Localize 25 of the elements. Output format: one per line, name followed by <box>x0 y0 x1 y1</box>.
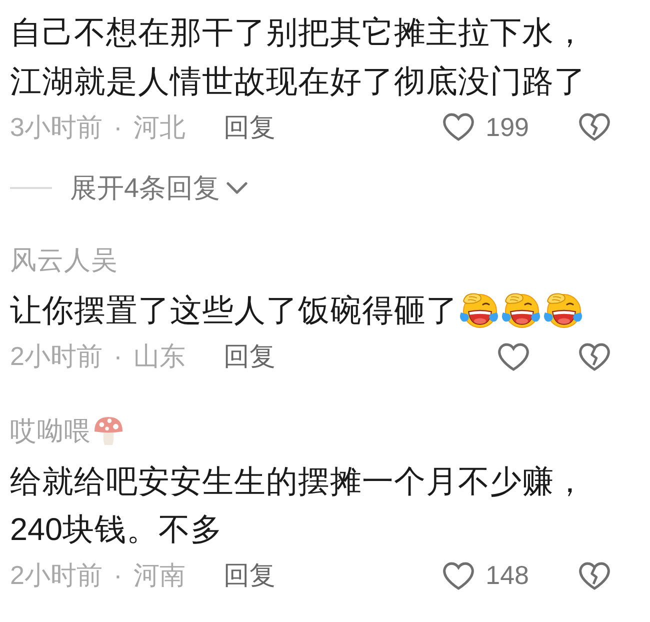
laughing-tears-face-icon <box>542 290 584 329</box>
like-count: 199 <box>486 112 529 142</box>
chevron-down-icon <box>226 182 248 194</box>
comment-text: 让你摆置了这些人了饭碗得砸了 <box>10 292 458 328</box>
expand-replies-button[interactable]: 展开4条回复 <box>70 170 248 206</box>
time-and-location: 2小时前 · 河南 <box>10 559 186 592</box>
comment-text: 给就给吧安安生生的摆摊一个月不少赚，240块钱。不多 <box>10 462 586 547</box>
reply-button[interactable]: 回复 <box>224 110 276 144</box>
like-count: 148 <box>486 560 529 591</box>
heart-icon[interactable] <box>442 562 474 590</box>
broken-heart-icon[interactable] <box>579 342 610 370</box>
laughing-tears-face-icon <box>500 290 542 329</box>
mushroom-icon <box>93 415 124 446</box>
username: 风云人吴 <box>10 244 118 277</box>
broken-heart-icon[interactable] <box>579 113 610 141</box>
heart-icon[interactable] <box>442 113 474 141</box>
heart-icon[interactable] <box>498 342 529 370</box>
reply-button[interactable]: 回复 <box>224 558 276 593</box>
broken-heart-icon[interactable] <box>579 562 610 590</box>
comment-text: 自己不想在那干了别把其它摊主拉下水，江湖就是人情世故现在好了彻底没门路了 <box>10 14 586 98</box>
time-and-location: 2小时前 · 山东 <box>10 340 186 373</box>
reply-button[interactable]: 回复 <box>224 339 276 374</box>
laughing-tears-face-icon <box>458 290 500 329</box>
username: 哎呦喂 <box>10 414 91 448</box>
time-and-location: 3小时前 · 河北 <box>10 110 186 144</box>
